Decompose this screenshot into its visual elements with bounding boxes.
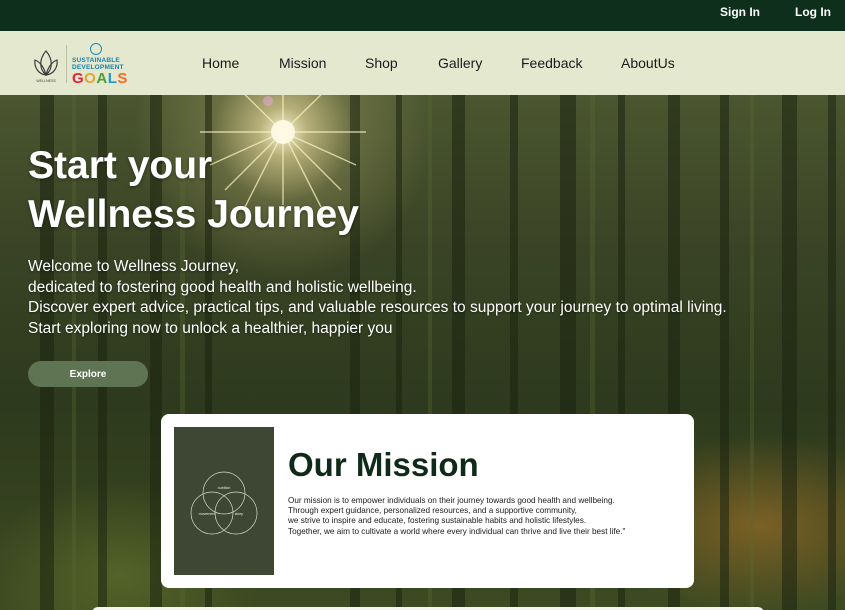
nav-feedback[interactable]: Feedback <box>521 55 582 71</box>
mission-text-line: Together, we aim to cultivate a world wh… <box>288 526 626 536</box>
mission-text: Our mission is to empower individuals on… <box>288 496 688 537</box>
hero-title-line2: Wellness Journey <box>28 193 359 236</box>
hero-text-line: dedicated to fostering good health and h… <box>28 278 417 296</box>
hero-title-line1: Start your <box>28 144 213 187</box>
logo-divider <box>66 45 67 83</box>
venn-label: movement <box>199 512 216 516</box>
sdg-logo: SUSTAINABLE DEVELOPMENT GOALS <box>72 43 127 87</box>
top-bar: Sign In Log In <box>0 0 845 31</box>
mission-text-line: Through expert guidance, personalized re… <box>288 506 577 516</box>
nav-mission[interactable]: Mission <box>279 55 326 71</box>
nav-home[interactable]: Home <box>202 55 239 71</box>
hero-section: Start your Wellness Journey Welcome to W… <box>0 95 845 610</box>
venn-label: sleep <box>235 512 244 516</box>
sign-in-link[interactable]: Sign In <box>720 5 760 19</box>
mission-text-line: Our mission is to empower individuals on… <box>288 496 615 505</box>
mission-card: nutrition movement sleep Our Mission Our… <box>161 414 694 588</box>
hero-text-line: Discover expert advice, practical tips, … <box>28 299 727 316</box>
nav-shop[interactable]: Shop <box>365 55 398 71</box>
logo-text: WELLNESS <box>36 79 56 83</box>
hero-description: Welcome to Wellness Journey, dedicated t… <box>28 257 727 339</box>
nav-gallery[interactable]: Gallery <box>438 55 482 71</box>
navbar: WELLNESS SUSTAINABLE DEVELOPMENT GOALS H… <box>0 31 845 95</box>
explore-button[interactable]: Explore <box>28 361 148 387</box>
venn-circle <box>202 471 246 515</box>
log-in-link[interactable]: Log In <box>795 5 831 19</box>
hero-text-line: Welcome to Wellness Journey, <box>28 258 240 275</box>
sdg-goals: GOALS <box>72 70 128 87</box>
hero-text-line: Start exploring now to unlock a healthie… <box>28 319 393 337</box>
lotus-logo-icon[interactable]: WELLNESS <box>28 47 64 83</box>
mission-venn-image: nutrition movement sleep <box>174 427 274 575</box>
hero-title: Start your Wellness Journey <box>28 141 359 239</box>
venn-label: nutrition <box>218 486 231 490</box>
mission-title: Our Mission <box>288 446 479 483</box>
un-emblem-icon <box>90 43 102 55</box>
mission-text-line: we strive to inspire and educate, foster… <box>288 516 587 526</box>
sdg-line1: SUSTAINABLE <box>72 57 120 64</box>
nav-aboutus[interactable]: AboutUs <box>621 55 675 71</box>
